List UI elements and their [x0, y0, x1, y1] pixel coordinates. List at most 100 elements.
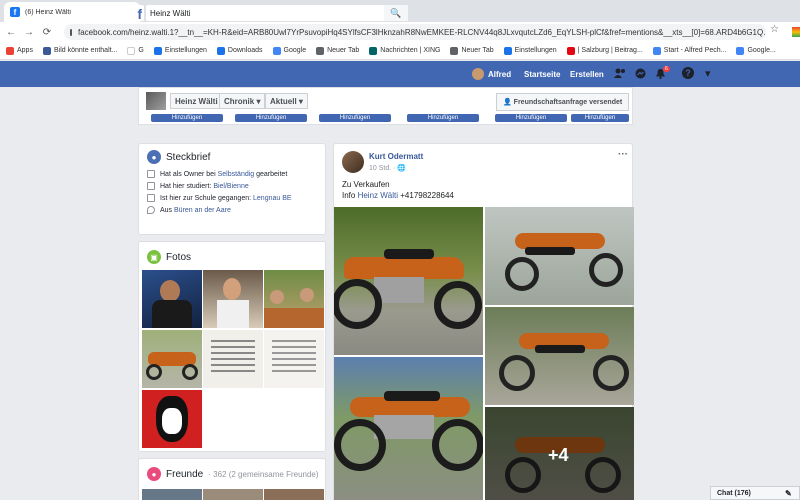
bookmark-item[interactable]: Einstellungen: [503, 46, 557, 55]
friends-count: · 362 (2 gemeinsame Freunde): [208, 469, 319, 479]
back-icon[interactable]: ←: [4, 27, 18, 38]
friend-request-sent-button[interactable]: 👤 Freundschaftsanfrage versendet: [496, 93, 630, 111]
bookmark-label: G: [138, 47, 144, 54]
more-photos-tile[interactable]: +4: [485, 407, 634, 500]
friends-title: ● Freunde · 362 (2 gemeinsame Freunde): [147, 467, 319, 481]
facebook-logo-icon[interactable]: f: [128, 5, 144, 21]
help-icon[interactable]: ?: [682, 67, 694, 79]
bookmark-icon: [272, 46, 281, 55]
friend-requests-icon[interactable]: [614, 68, 626, 81]
bookmark-item[interactable]: G: [127, 46, 144, 55]
notification-badge: 6: [663, 66, 670, 72]
bookmark-label: Einstellungen: [164, 47, 207, 54]
bookmark-icon: [216, 46, 225, 55]
url-text: facebook.com/heinz.walti.1?__tn__=KH-R&e…: [78, 27, 766, 37]
friends-icon: ●: [147, 467, 161, 481]
photo-thumbnail[interactable]: [203, 330, 263, 388]
nav-create-link[interactable]: Erstellen: [570, 61, 604, 87]
bookmark-item[interactable]: Nachrichten | XING: [369, 46, 440, 55]
bookmark-label: Einstellungen: [514, 47, 557, 54]
timeline-label: Chronik: [224, 96, 255, 106]
add-button[interactable]: Hinzufügen: [319, 114, 391, 122]
mention-link[interactable]: Heinz Wälti: [358, 191, 398, 200]
profile-name-button[interactable]: Heinz Wälti: [170, 93, 223, 109]
info-row-hometown: Aus Büren an der Aare: [147, 206, 317, 214]
facebook-header: [0, 61, 800, 87]
chat-label: Chat (176): [717, 489, 751, 497]
forward-icon[interactable]: →: [22, 27, 36, 38]
bookmark-item[interactable]: Einstellungen: [153, 46, 207, 55]
bookmark-item[interactable]: Downloads: [216, 46, 263, 55]
photo-thumbnail[interactable]: [142, 330, 202, 388]
post-timestamp[interactable]: 10 Std. · 🌐: [369, 164, 406, 172]
friend-thumbnail[interactable]: [142, 489, 202, 500]
bookmark-item[interactable]: Neuer Tab: [316, 46, 359, 55]
facebook-favicon-icon: f: [10, 7, 20, 17]
post-text-line2: Info Heinz Wälti +41798228644: [342, 191, 454, 200]
info-link[interactable]: Biel/Bienne: [213, 183, 248, 190]
bookmark-icon: [450, 46, 459, 55]
add-button[interactable]: Hinzufügen: [407, 114, 479, 122]
facebook-search-input[interactable]: Heinz Wälti 🔍: [146, 5, 408, 21]
chevron-down-icon: ▾: [256, 96, 261, 106]
compose-icon[interactable]: ✎: [785, 489, 792, 498]
bookmark-item[interactable]: Google: [272, 46, 306, 55]
add-button[interactable]: Hinzufügen: [151, 114, 223, 122]
address-bar-row: ← → ⟳ facebook.com/heinz.walti.1?__tn__=…: [0, 22, 800, 42]
photo-thumbnail[interactable]: [142, 270, 202, 328]
search-icon[interactable]: 🔍: [384, 5, 408, 21]
browser-tab[interactable]: f (6) Heinz Wälti ×: [4, 2, 140, 22]
photo-thumbnail[interactable]: [264, 270, 324, 328]
post-photo[interactable]: [334, 207, 483, 355]
bookmark-item[interactable]: Google...: [736, 46, 776, 55]
profile-thumbnail[interactable]: [146, 92, 166, 110]
post-author-name[interactable]: Kurt Odermatt: [369, 152, 423, 161]
bookmark-item[interactable]: Apps: [6, 46, 33, 55]
photo-thumbnail[interactable]: [203, 270, 263, 328]
post-photo[interactable]: [485, 207, 634, 305]
info-link[interactable]: Lengnau BE: [253, 195, 292, 202]
info-link[interactable]: Büren an der Aare: [174, 207, 231, 214]
bookmark-label: Neuer Tab: [461, 47, 494, 54]
bookmark-icon: [566, 46, 575, 55]
info-link[interactable]: Selbständig: [218, 171, 255, 178]
add-button[interactable]: Hinzufügen: [235, 114, 307, 122]
info-text: Ist hier zur Schule gegangen:: [160, 194, 254, 202]
chat-bar[interactable]: Chat (176) ✎: [710, 486, 800, 500]
extension-icon[interactable]: [792, 27, 800, 37]
post-photo[interactable]: [334, 357, 483, 500]
nav-home-link[interactable]: Startseite: [524, 61, 560, 87]
current-dropdown[interactable]: Aktuell ▾: [265, 93, 308, 109]
bookmark-icon: [316, 46, 325, 55]
more-photos-count: +4: [548, 445, 569, 465]
add-button[interactable]: Hinzufügen: [571, 114, 629, 122]
bookmark-item[interactable]: Bild könnte enthalt...: [42, 46, 117, 55]
friends-title-text[interactable]: Freunde: [166, 469, 203, 480]
account-menu-icon[interactable]: ▾: [705, 67, 711, 80]
photo-thumbnail[interactable]: [142, 390, 202, 448]
info-row-work: Hat als Owner bei Selbständig gearbeitet: [147, 170, 317, 178]
messenger-icon[interactable]: [635, 68, 646, 82]
info-text: Aus: [160, 206, 175, 214]
bookmark-item[interactable]: | Salzburg | Beitrag...: [566, 46, 643, 55]
photo-thumbnail[interactable]: [264, 330, 324, 388]
reload-icon[interactable]: ⟳: [40, 27, 54, 38]
post-author-avatar[interactable]: [342, 151, 364, 173]
post-options-icon[interactable]: ···: [618, 149, 628, 160]
url-input[interactable]: facebook.com/heinz.walti.1?__tn__=KH-R&e…: [64, 24, 766, 40]
bookmark-star-icon[interactable]: ☆: [770, 24, 779, 35]
add-friend-icon: 👤: [503, 99, 512, 106]
bookmark-item[interactable]: Start - Alfred Pech...: [652, 46, 726, 55]
profile-link[interactable]: Alfred: [472, 61, 511, 87]
timeline-dropdown[interactable]: Chronik ▾: [219, 93, 266, 109]
bookmark-icon: [652, 46, 661, 55]
bookmark-item[interactable]: Neuer Tab: [450, 46, 494, 55]
post-photo[interactable]: [485, 307, 634, 405]
add-button[interactable]: Hinzufügen: [495, 114, 567, 122]
bookmark-label: Downloads: [227, 47, 263, 54]
friend-thumbnail[interactable]: [264, 489, 324, 500]
friend-thumbnail[interactable]: [203, 489, 263, 500]
bookmark-icon: [6, 46, 14, 55]
bookmark-label: Apps: [17, 47, 33, 54]
photo-icon: ▣: [147, 250, 161, 264]
